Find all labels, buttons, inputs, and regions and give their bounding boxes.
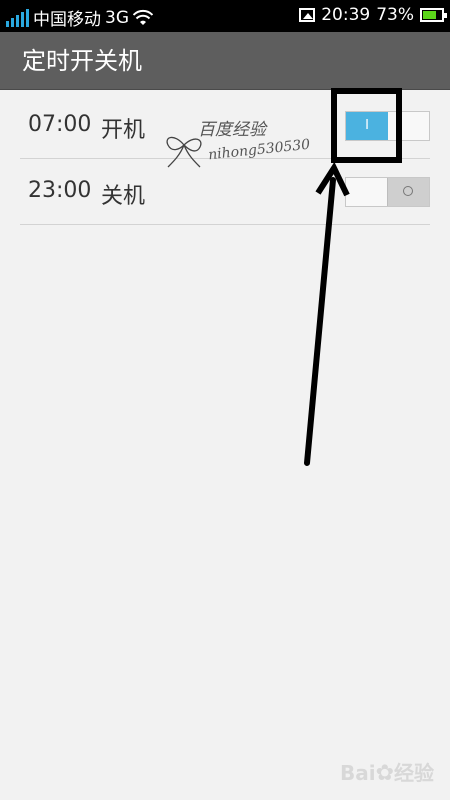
brand-watermark: Bai✿经验: [340, 757, 434, 786]
annotation-arrow-icon: [304, 161, 350, 466]
brand-watermark-text2: 经验: [394, 761, 434, 785]
brand-watermark-text: Bai: [339, 761, 376, 785]
paw-icon: ✿: [375, 761, 394, 786]
